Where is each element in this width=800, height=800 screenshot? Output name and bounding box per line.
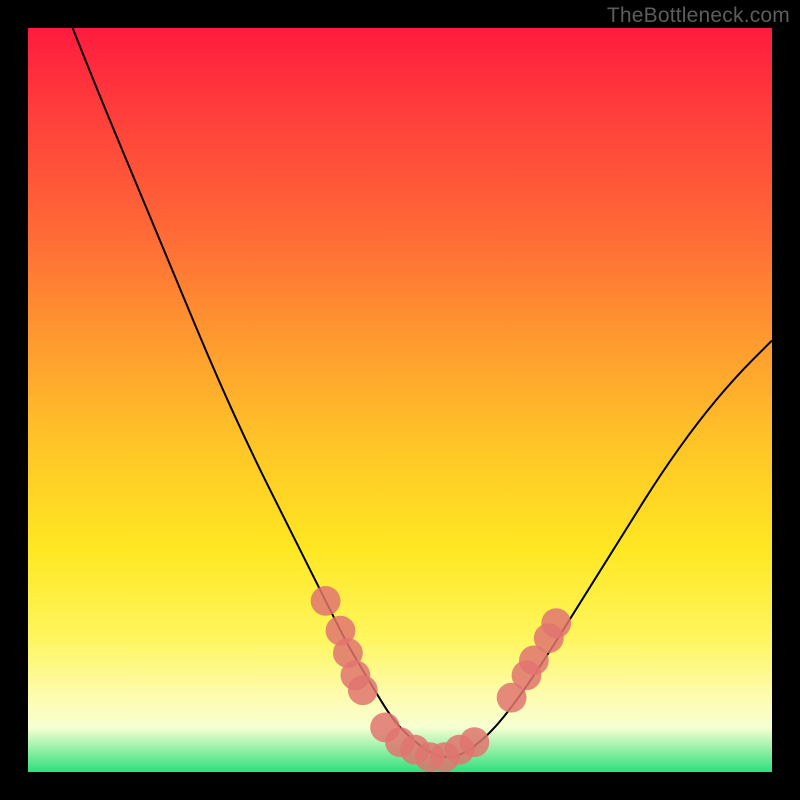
chart-stage: TheBottleneck.com — [0, 0, 800, 800]
watermark-text: TheBottleneck.com — [607, 4, 790, 28]
plot-background — [28, 28, 772, 772]
